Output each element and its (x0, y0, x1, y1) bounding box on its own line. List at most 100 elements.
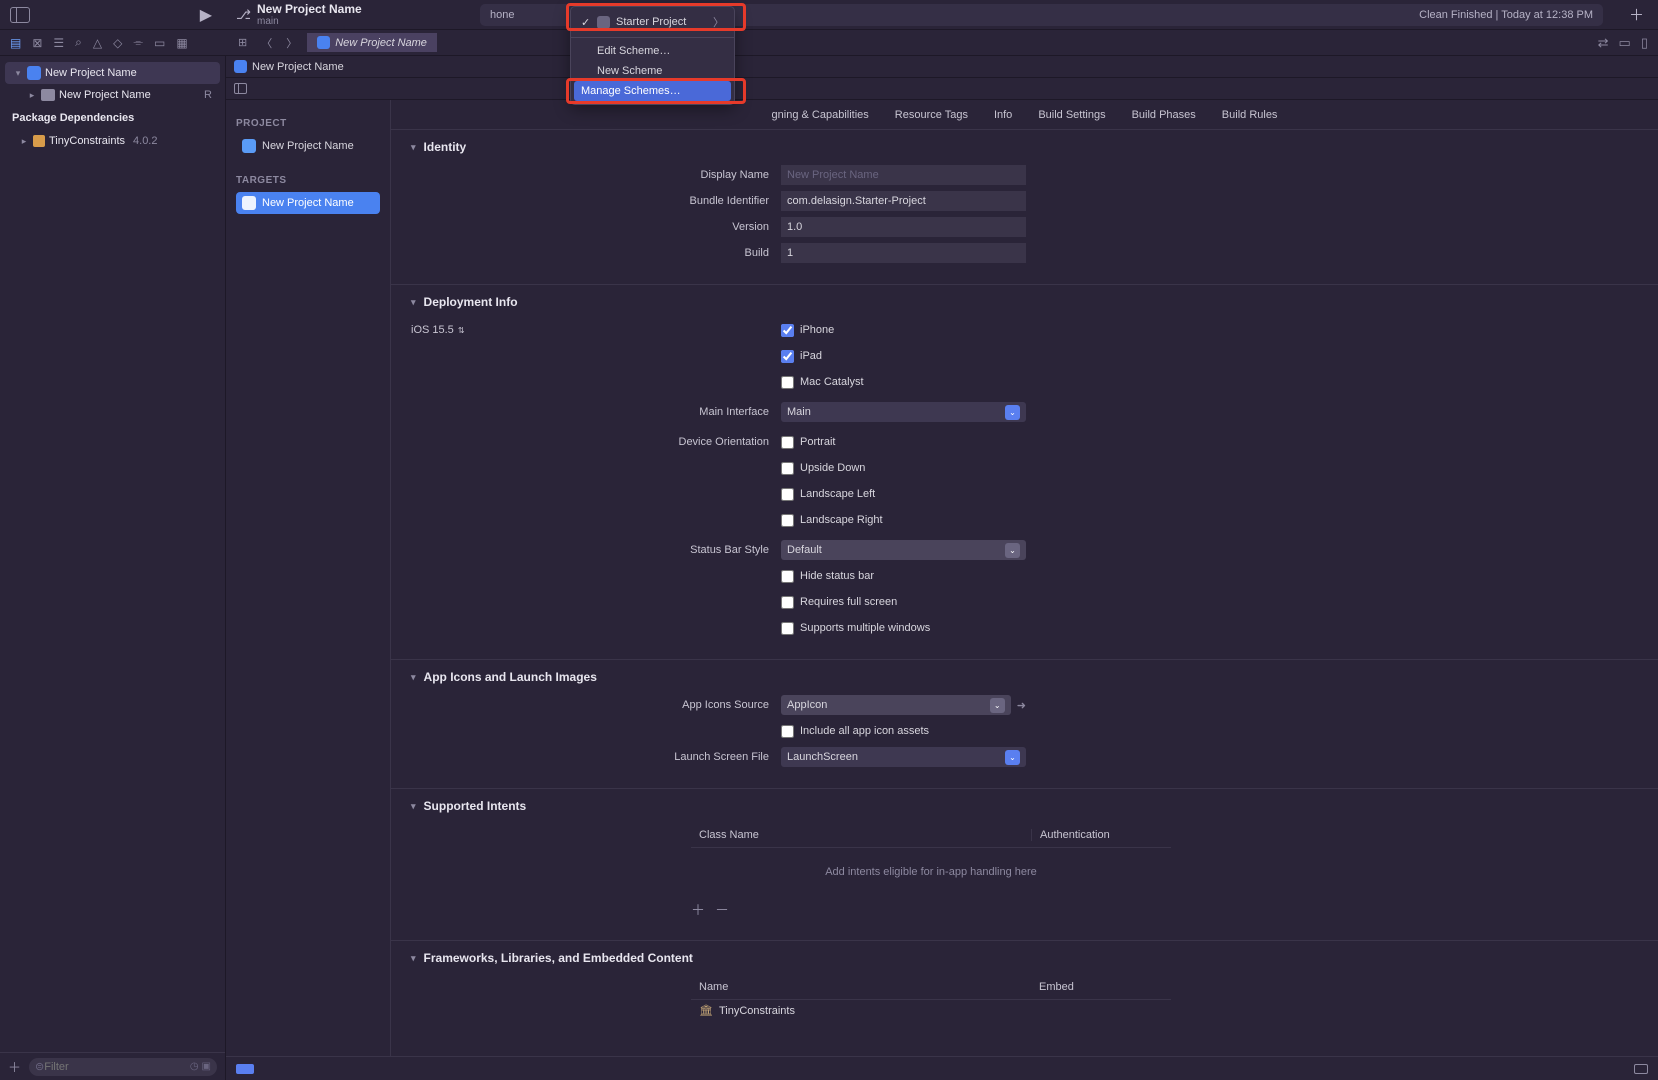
adjust-editor-icon[interactable]: ▭ (1619, 35, 1631, 51)
symbol-navigator-icon[interactable]: ☰ (53, 36, 64, 50)
package-dependencies-header: Package Dependencies (0, 106, 225, 130)
remove-intent-button[interactable]: － (715, 900, 729, 920)
targets-list: PROJECT New Project Name TARGETS New Pro… (226, 100, 391, 1080)
scheme-menu-manage[interactable]: Manage Schemes… (574, 81, 731, 101)
disclosure-icon[interactable]: ▸ (19, 136, 29, 147)
clock-icon[interactable]: ◷ (190, 1061, 199, 1072)
test-navigator-icon[interactable]: ◇ (113, 36, 122, 50)
nav-back-button[interactable]: 〈 (257, 33, 276, 53)
scm-filter-icon[interactable]: ▣ (202, 1061, 211, 1072)
project-navigator-icon[interactable]: ▤ (10, 36, 21, 50)
run-destination[interactable]: hone (490, 9, 514, 21)
build-input[interactable] (781, 243, 1026, 263)
tab-build-settings[interactable]: Build Settings (1036, 103, 1107, 127)
app-icons-source-label: App Icons Source (411, 699, 781, 711)
tab-signing[interactable]: gning & Capabilities (770, 103, 871, 127)
navigator-filter-bar: ＋ ⊜ ◷ ▣ (0, 1052, 225, 1080)
project-title: New Project Name (257, 2, 362, 16)
debug-area-toggle[interactable] (236, 1064, 254, 1074)
supported-intents-section: ▾ Supported Intents Class Name Authentic… (391, 789, 1658, 941)
status-bar-style-select[interactable]: Default⌄ (781, 540, 1026, 560)
framework-row[interactable]: 🏛TinyConstraints (691, 1000, 1171, 1021)
outline-toggle-icon[interactable] (234, 83, 247, 94)
supported-intents-header[interactable]: ▾ Supported Intents (411, 799, 1638, 813)
sidebar-toggle-icon[interactable] (10, 7, 30, 23)
editor-tab[interactable]: New Project Name (307, 33, 437, 52)
project-root-row[interactable]: ▾ New Project Name (5, 62, 220, 84)
scheme-menu-edit[interactable]: Edit Scheme… (571, 41, 734, 61)
project-folder-row[interactable]: ▸ New Project Name R (5, 84, 220, 106)
editor-options-icon[interactable]: ⇄ (1598, 35, 1609, 51)
variables-view-toggle[interactable] (1634, 1064, 1648, 1074)
device-mac-check[interactable]: Mac Catalyst (781, 376, 1026, 389)
app-icons-header[interactable]: ▾ App Icons and Launch Images (411, 670, 1638, 684)
project-icon (234, 60, 247, 73)
orientation-landscape-right-check[interactable]: Landscape Right (781, 514, 1026, 527)
orientation-upside-check[interactable]: Upside Down (781, 462, 1026, 475)
gear-icon[interactable]: ➜ (1017, 699, 1026, 712)
main-interface-label: Main Interface (411, 406, 781, 418)
launch-screen-select[interactable]: LaunchScreen⌄ (781, 747, 1026, 767)
orientation-portrait-check[interactable]: Portrait (781, 436, 1026, 449)
inspectors-toggle-icon[interactable]: ▯ (1641, 35, 1648, 51)
display-name-label: Display Name (411, 169, 781, 181)
add-intent-button[interactable]: ＋ (691, 900, 705, 920)
filter-field[interactable]: ⊜ ◷ ▣ (29, 1058, 217, 1076)
add-button[interactable]: ＋ (8, 1057, 21, 1076)
tab-build-rules[interactable]: Build Rules (1220, 103, 1280, 127)
bundle-id-input[interactable] (781, 191, 1026, 211)
frameworks-table-header: Name Embed (691, 975, 1171, 1000)
jump-bar[interactable]: New Project Name (226, 56, 1658, 78)
chevron-down-icon: ▾ (411, 672, 416, 683)
target-entry[interactable]: New Project Name (236, 192, 380, 214)
package-row[interactable]: ▸ TinyConstraints 4.0.2 (5, 130, 220, 152)
disclosure-icon[interactable]: ▾ (13, 68, 23, 79)
deployment-header[interactable]: ▾ Deployment Info (411, 295, 1638, 309)
find-navigator-icon[interactable]: ⌕ (75, 35, 82, 50)
disclosure-icon[interactable]: ▸ (27, 90, 37, 101)
app-icons-section: ▾ App Icons and Launch Images App Icons … (391, 660, 1658, 789)
scheme-menu-current[interactable]: ✓ Starter Project 〉 (571, 10, 734, 34)
orientation-landscape-left-check[interactable]: Landscape Left (781, 488, 1026, 501)
deployment-target-select[interactable]: iOS 15.5⇅ (411, 324, 769, 336)
debug-navigator-icon[interactable]: ⌯ (133, 35, 143, 50)
intents-empty-text: Add intents eligible for in-app handling… (691, 848, 1171, 896)
source-control-navigator-icon[interactable]: ⊠ (32, 36, 42, 50)
editor-area: New Project Name PROJECT New Project Nam… (226, 56, 1658, 1080)
build-status: Clean Finished | Today at 12:38 PM (1419, 9, 1593, 21)
target-entry-label: New Project Name (262, 197, 354, 209)
launch-screen-label: Launch Screen File (411, 751, 781, 763)
app-icon (597, 16, 610, 29)
display-name-input[interactable] (781, 165, 1026, 185)
breakpoint-navigator-icon[interactable]: ▭ (154, 36, 165, 50)
project-entry-label: New Project Name (262, 140, 354, 152)
scheme-menu-new[interactable]: New Scheme (571, 61, 734, 81)
filter-input[interactable] (44, 1061, 190, 1073)
toolbar: ▶ ⎇ New Project Name main hone Clean Fin… (0, 0, 1658, 30)
intents-col-auth: Authentication (1032, 829, 1110, 841)
main-interface-select[interactable]: Main⌄ (781, 402, 1026, 422)
identity-header[interactable]: ▾ Identity (411, 140, 1638, 154)
frameworks-header[interactable]: ▾ Frameworks, Libraries, and Embedded Co… (411, 951, 1638, 965)
device-iphone-check[interactable]: iPhone (781, 324, 1026, 337)
branch-name[interactable]: main (257, 16, 362, 27)
hide-status-bar-check[interactable]: Hide status bar (781, 570, 1026, 583)
tab-resource-tags[interactable]: Resource Tags (893, 103, 970, 127)
nav-forward-button[interactable]: 〉 (282, 33, 301, 53)
report-navigator-icon[interactable]: ▦ (176, 36, 187, 50)
include-all-assets-check[interactable]: Include all app icon assets (781, 725, 1026, 738)
app-icons-source-select[interactable]: AppIcon⌄ (781, 695, 1011, 715)
tab-info[interactable]: Info (992, 103, 1014, 127)
issue-navigator-icon[interactable]: △ (93, 36, 102, 50)
library-add-button[interactable]: ＋ (1629, 4, 1644, 25)
jump-bar-item[interactable]: New Project Name (252, 61, 344, 73)
tab-build-phases[interactable]: Build Phases (1130, 103, 1198, 127)
device-ipad-check[interactable]: iPad (781, 350, 1026, 363)
run-button[interactable]: ▶ (200, 5, 212, 25)
requires-full-screen-check[interactable]: Requires full screen (781, 596, 1026, 609)
project-icon (317, 36, 330, 49)
version-input[interactable] (781, 217, 1026, 237)
related-items-icon[interactable]: ⊞ (234, 34, 251, 51)
project-entry[interactable]: New Project Name (236, 135, 380, 157)
supports-multiple-windows-check[interactable]: Supports multiple windows (781, 622, 1026, 635)
